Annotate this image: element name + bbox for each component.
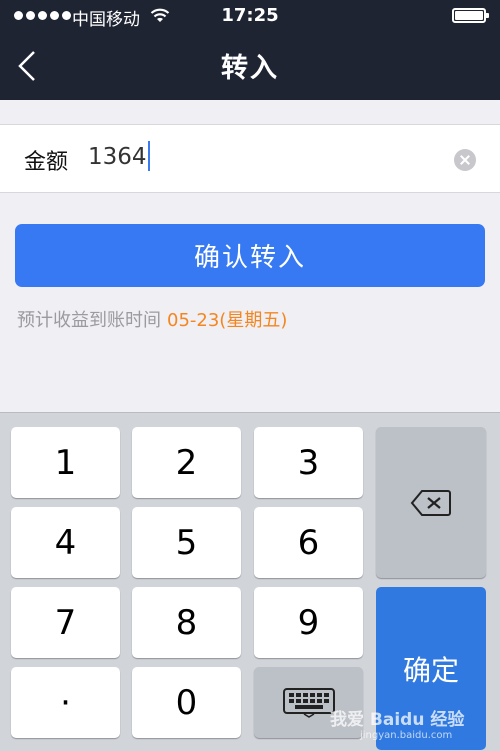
amount-input[interactable]: 1364 xyxy=(88,140,150,173)
keypad-confirm-label: 确定 xyxy=(402,653,459,687)
amount-label: 金额 xyxy=(24,150,69,175)
page-title: 转入 xyxy=(221,53,279,84)
keyboard-icon xyxy=(282,687,335,718)
clock: 17:25 xyxy=(221,5,279,26)
battery-icon xyxy=(452,8,489,23)
confirm-transfer-button[interactable]: 确认转入 xyxy=(15,224,485,287)
estimated-arrival: 预计收益到账时间 05-23(星期五) xyxy=(17,306,287,332)
key-4[interactable]: 4 xyxy=(11,507,120,578)
key-7[interactable]: 7 xyxy=(11,587,120,658)
clear-input-button[interactable] xyxy=(454,149,476,171)
estimate-date: 05-23(星期五) xyxy=(167,310,288,331)
key-dot[interactable]: · xyxy=(11,667,120,738)
amount-row: 金额 1364 xyxy=(0,124,500,193)
key-2[interactable]: 2 xyxy=(132,427,241,498)
key-1[interactable]: 1 xyxy=(11,427,120,498)
hide-keyboard-key[interactable] xyxy=(254,667,363,738)
key-5[interactable]: 5 xyxy=(132,507,241,578)
key-3[interactable]: 3 xyxy=(254,427,363,498)
top-bar: 中国移动 17:25 转入 xyxy=(0,0,500,100)
amount-value: 1364 xyxy=(88,144,147,170)
backspace-key[interactable] xyxy=(376,427,486,578)
text-caret xyxy=(147,140,150,171)
estimate-prefix: 预计收益到账时间 xyxy=(17,310,161,331)
key-9[interactable]: 9 xyxy=(254,587,363,658)
key-8[interactable]: 8 xyxy=(132,587,241,658)
backspace-icon xyxy=(410,489,451,516)
status-bar: 中国移动 17:25 xyxy=(0,0,500,32)
key-6[interactable]: 6 xyxy=(254,507,363,578)
keypad-confirm-button[interactable]: 确定 xyxy=(376,587,486,750)
key-0[interactable]: 0 xyxy=(132,667,241,738)
